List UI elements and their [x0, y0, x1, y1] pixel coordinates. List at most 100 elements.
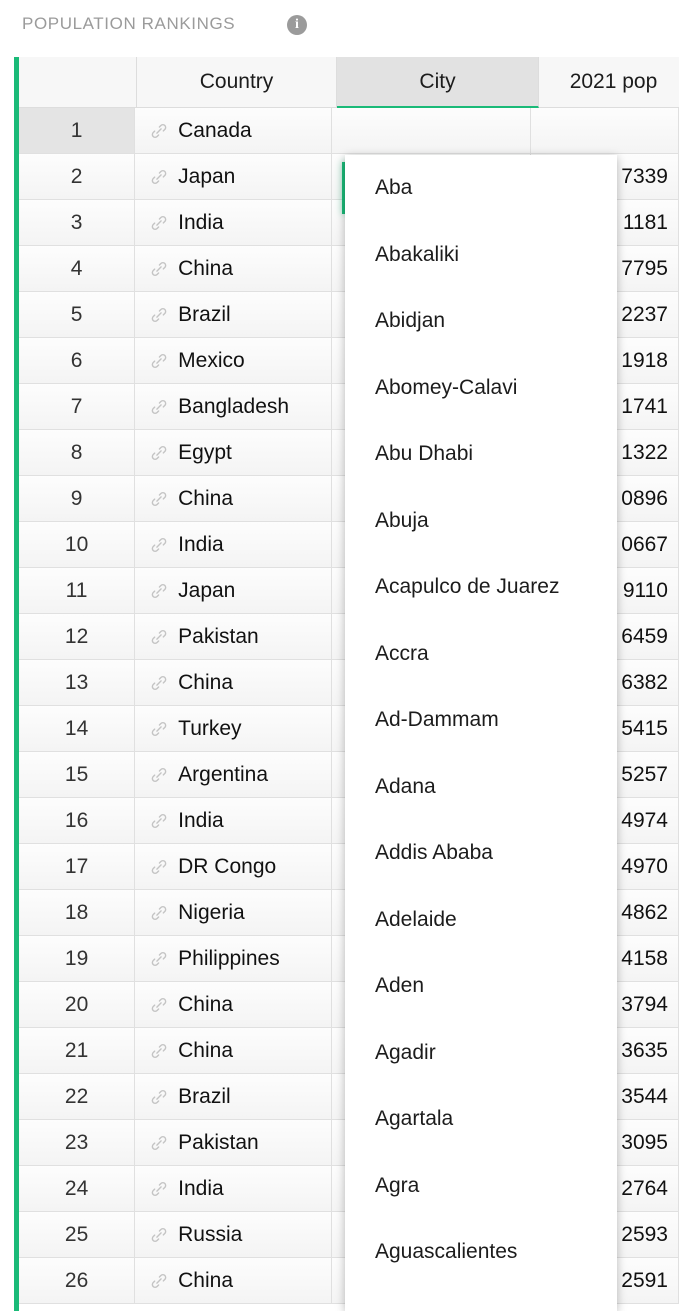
- table-header-row: Country City 2021 pop: [19, 57, 679, 108]
- cell-city[interactable]: [332, 108, 532, 154]
- cell-country-value: China: [178, 1038, 234, 1062]
- cell-country[interactable]: India: [135, 1166, 333, 1212]
- cell-country-value: Turkey: [178, 716, 242, 740]
- cell-country[interactable]: Japan: [135, 568, 333, 614]
- cell-country[interactable]: DR Congo: [135, 844, 333, 890]
- cell-country-value: India: [178, 532, 224, 556]
- row-index: 5: [19, 292, 136, 338]
- cell-country[interactable]: Turkey: [135, 706, 333, 752]
- link-icon: [149, 949, 169, 969]
- dropdown-option[interactable]: Agadir: [345, 1020, 617, 1087]
- link-icon: [149, 1271, 169, 1291]
- row-index: 12: [19, 614, 136, 660]
- link-icon: [149, 535, 169, 555]
- column-header-country[interactable]: Country: [137, 57, 337, 108]
- cell-country-value: Bangladesh: [178, 394, 290, 418]
- dropdown-option[interactable]: Acapulco de Juarez: [345, 554, 617, 621]
- cell-country-value: China: [178, 256, 234, 280]
- cell-country-value: Brazil: [178, 1084, 231, 1108]
- dropdown-option[interactable]: Addis Ababa: [345, 820, 617, 887]
- column-header-index[interactable]: [19, 57, 137, 108]
- cell-country[interactable]: Japan: [135, 154, 333, 200]
- cell-country[interactable]: China: [135, 476, 333, 522]
- cell-country-value: DR Congo: [178, 854, 277, 878]
- link-icon: [149, 259, 169, 279]
- dropdown-option[interactable]: Abakaliki: [345, 222, 617, 289]
- cell-country[interactable]: Mexico: [135, 338, 333, 384]
- row-index: 1: [19, 108, 136, 154]
- cell-country[interactable]: Pakistan: [135, 1120, 333, 1166]
- cell-country-value: Brazil: [178, 302, 231, 326]
- dropdown-option[interactable]: Adelaide: [345, 887, 617, 954]
- cell-country-value: Japan: [178, 578, 236, 602]
- cell-country[interactable]: China: [135, 660, 333, 706]
- cell-country-value: Egypt: [178, 440, 232, 464]
- cell-country-value: Argentina: [178, 762, 269, 786]
- cell-country[interactable]: India: [135, 522, 333, 568]
- cell-country[interactable]: Brazil: [135, 292, 333, 338]
- link-icon: [149, 719, 169, 739]
- cell-country[interactable]: Nigeria: [135, 890, 333, 936]
- cell-country[interactable]: Egypt: [135, 430, 333, 476]
- dropdown-option[interactable]: Aguascalientes: [345, 1219, 617, 1286]
- link-icon: [149, 1041, 169, 1061]
- link-icon: [149, 443, 169, 463]
- dropdown-option[interactable]: Ad-Dammam: [345, 687, 617, 754]
- row-index: 8: [19, 430, 136, 476]
- cell-country-value: China: [178, 486, 234, 510]
- cell-country-value: India: [178, 1176, 224, 1200]
- dropdown-option[interactable]: Agartala: [345, 1086, 617, 1153]
- row-index: 20: [19, 982, 136, 1028]
- cell-country-value: Mexico: [178, 348, 245, 372]
- row-index: 23: [19, 1120, 136, 1166]
- dropdown-option[interactable]: Abu Dhabi: [345, 421, 617, 488]
- link-icon: [149, 995, 169, 1015]
- table-row[interactable]: 1 Canada: [19, 108, 679, 154]
- row-index: 13: [19, 660, 136, 706]
- link-icon: [149, 489, 169, 509]
- cell-country[interactable]: Brazil: [135, 1074, 333, 1120]
- row-index: 4: [19, 246, 136, 292]
- cell-country[interactable]: Canada: [135, 108, 333, 154]
- cell-country[interactable]: China: [135, 1258, 333, 1304]
- row-index: 22: [19, 1074, 136, 1120]
- dropdown-option[interactable]: Accra: [345, 621, 617, 688]
- info-icon[interactable]: i: [287, 15, 307, 35]
- cell-country-value: India: [178, 808, 224, 832]
- dropdown-option[interactable]: Abuja: [345, 488, 617, 555]
- dropdown-option[interactable]: Aba: [345, 155, 617, 222]
- cell-country[interactable]: China: [135, 246, 333, 292]
- cell-country[interactable]: Argentina: [135, 752, 333, 798]
- cell-population[interactable]: [531, 108, 679, 154]
- row-index: 17: [19, 844, 136, 890]
- city-options-dropdown[interactable]: Aba Abakaliki Abidjan Abomey-Calavi Abu Dhab…: [345, 155, 617, 1311]
- cell-country[interactable]: Pakistan: [135, 614, 333, 660]
- dropdown-option[interactable]: Abomey-Calavi: [345, 355, 617, 422]
- row-index: 7: [19, 384, 136, 430]
- row-index: 25: [19, 1212, 136, 1258]
- dropdown-option[interactable]: Adana: [345, 754, 617, 821]
- cell-country[interactable]: Bangladesh: [135, 384, 333, 430]
- cell-country[interactable]: Philippines: [135, 936, 333, 982]
- link-icon: [149, 1133, 169, 1153]
- cell-country[interactable]: India: [135, 798, 333, 844]
- column-header-city[interactable]: City: [337, 57, 539, 108]
- cell-country-value: Philippines: [178, 946, 280, 970]
- link-icon: [149, 1179, 169, 1199]
- cell-country-value: Nigeria: [178, 900, 245, 924]
- cell-country[interactable]: Russia: [135, 1212, 333, 1258]
- cell-country[interactable]: China: [135, 982, 333, 1028]
- link-icon: [149, 627, 169, 647]
- cell-country[interactable]: China: [135, 1028, 333, 1074]
- link-icon: [149, 673, 169, 693]
- cell-country[interactable]: India: [135, 200, 333, 246]
- table-accent-bar: [14, 57, 19, 1311]
- cell-country-value: Pakistan: [178, 1130, 259, 1154]
- link-icon: [149, 903, 169, 923]
- row-index: 14: [19, 706, 136, 752]
- dropdown-option[interactable]: Aden: [345, 953, 617, 1020]
- link-icon: [149, 121, 169, 141]
- dropdown-option[interactable]: Agra: [345, 1153, 617, 1220]
- dropdown-option[interactable]: Abidjan: [345, 288, 617, 355]
- column-header-pop[interactable]: 2021 pop: [539, 57, 679, 108]
